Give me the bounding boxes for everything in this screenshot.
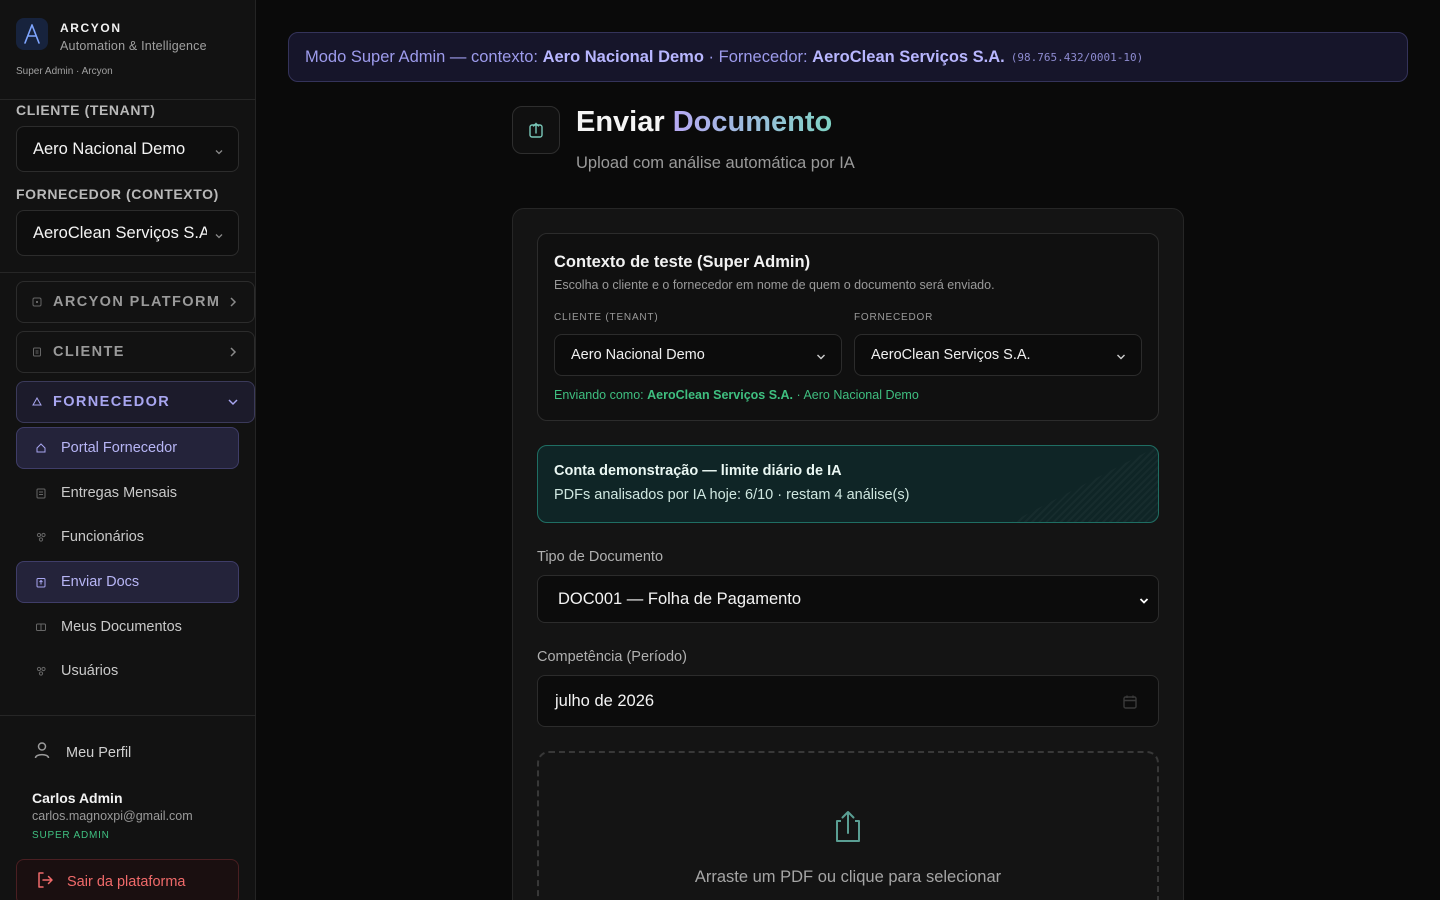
supplier-select-value: AeroClean Serviços S.A. — [33, 223, 207, 242]
app-root: ARCYON Automation & Intelligence Super A… — [0, 0, 1440, 900]
supplier-context-label: FORNECEDOR (CONTEXTO) — [16, 186, 219, 202]
page-title: Enviar Documento — [576, 106, 832, 139]
document-type-select[interactable]: DOC001 — Folha de Pagamento — [537, 575, 1159, 623]
deliveries-icon — [35, 487, 47, 499]
chevron-down-icon — [214, 228, 224, 246]
user-icon — [32, 740, 52, 765]
my-profile-link[interactable]: Meu Perfil — [32, 740, 131, 765]
banner-prefix: Modo Super Admin — contexto: — [305, 47, 538, 66]
chevron-down-icon — [815, 350, 827, 368]
user-email: carlos.magnoxpi@gmail.com — [32, 809, 193, 823]
nav-group-label: ARCYON PLATFORM — [53, 294, 221, 310]
nav-group-arcyon-platform[interactable]: ARCYON PLATFORM — [16, 281, 255, 323]
demo-limit-title: Conta demonstração — limite diário de IA — [554, 463, 842, 479]
sidebar-item-label: Meus Documentos — [61, 619, 182, 635]
sidebar-item-enviar-docs[interactable]: Enviar Docs — [16, 561, 239, 603]
nav-group-label: CLIENTE — [53, 344, 125, 360]
brand-subtitle: Automation & Intelligence — [60, 39, 207, 53]
my-profile-label: Meu Perfil — [66, 744, 132, 761]
sending-supplier: AeroClean Serviços S.A. — [647, 388, 794, 402]
banner-supplier: AeroClean Serviços S.A. — [812, 47, 1005, 66]
documents-icon — [35, 621, 47, 633]
period-input[interactable]: julho de 2026 — [537, 675, 1159, 727]
sidebar-item-meus-documentos[interactable]: Meus Documentos — [16, 606, 239, 648]
tenant-select-value: Aero Nacional Demo — [33, 139, 186, 158]
document-type-value: DOC001 — Folha de Pagamento — [558, 589, 802, 608]
brand[interactable]: ARCYON Automation & Intelligence — [16, 18, 207, 53]
users-icon — [35, 665, 47, 677]
chevron-right-icon — [226, 295, 240, 314]
context-tenant-select[interactable]: Aero Nacional Demo — [554, 334, 842, 376]
chevron-right-icon — [226, 345, 240, 364]
chevron-down-icon — [1115, 350, 1127, 368]
sidebar-item-entregas-mensais[interactable]: Entregas Mensais — [16, 472, 239, 514]
sidebar-divider — [0, 272, 256, 273]
employees-icon — [35, 531, 47, 543]
nav-group-label: FORNECEDOR — [53, 394, 171, 410]
context-supplier-select[interactable]: AeroClean Serviços S.A. — [854, 334, 1142, 376]
context-supplier-label: FORNECEDOR — [854, 312, 934, 323]
sidebar-item-funcionarios[interactable]: Funcionários — [16, 516, 239, 558]
period-value: julho de 2026 — [555, 691, 655, 710]
nav-group-cliente[interactable]: CLIENTE — [16, 331, 255, 373]
period-label: Competência (Período) — [537, 649, 687, 665]
calendar-icon[interactable] — [1122, 694, 1138, 715]
sidebar-divider — [0, 99, 256, 100]
tenant-label: CLIENTE (TENANT) — [16, 102, 156, 118]
dropzone-text: Arraste um PDF ou clique para selecionar — [694, 868, 1002, 886]
decorative-stripes — [1008, 446, 1158, 522]
context-tenant-label: CLIENTE (TENANT) — [554, 312, 659, 323]
chevron-down-icon — [214, 144, 224, 162]
sidebar-item-label: Enviar Docs — [61, 574, 140, 590]
banner-cnpj: (98.765.432/0001-10) — [1010, 50, 1144, 64]
upload-icon — [832, 810, 864, 849]
sidebar-item-usuarios[interactable]: Usuários — [16, 650, 239, 692]
context-supplier-value: AeroClean Serviços S.A. — [871, 347, 1031, 363]
user-name: Carlos Admin — [32, 790, 123, 806]
brand-role: Super Admin · Arcyon — [16, 66, 113, 77]
test-context-description: Escolha o cliente e o fornecedor em nome… — [554, 278, 995, 292]
sidebar-item-portal-fornecedor[interactable]: Portal Fornecedor — [16, 427, 239, 469]
super-admin-banner: Modo Super Admin — contexto: Aero Nacion… — [288, 32, 1408, 82]
brand-name: ARCYON — [60, 21, 122, 35]
user-role-badge: SUPER ADMIN — [32, 830, 110, 841]
sending-prefix: Enviando como: — [554, 388, 644, 402]
demo-limit-notice — [537, 445, 1159, 523]
page-subtitle: Upload com análise automática por IA — [576, 154, 855, 172]
banner-middle: · Fornecedor: — [708, 47, 808, 66]
upload-icon — [35, 576, 47, 588]
sidebar: ARCYON Automation & Intelligence Super A… — [0, 0, 256, 900]
demo-limit-text: PDFs analisados por IA hoje: 6/10 · rest… — [554, 487, 910, 503]
context-tenant-value: Aero Nacional Demo — [571, 347, 705, 363]
upload-document-icon — [512, 106, 560, 154]
document-type-label: Tipo de Documento — [537, 549, 664, 565]
supplier-context-select[interactable]: AeroClean Serviços S.A. — [16, 210, 239, 256]
sending-suffix: · Aero Nacional Demo — [796, 388, 919, 402]
logout-icon — [35, 870, 55, 895]
sidebar-divider — [0, 715, 256, 716]
nav-group-fornecedor[interactable]: FORNECEDOR — [16, 381, 255, 423]
arcyon-logo-icon — [16, 18, 48, 50]
chevron-down-icon — [226, 395, 240, 414]
tenant-select[interactable]: Aero Nacional Demo — [16, 126, 239, 172]
sending-as-status: Enviando como: AeroClean Serviços S.A. ·… — [554, 388, 919, 402]
logout-label: Sair da plataforma — [67, 874, 186, 890]
page-title-main: Enviar — [576, 106, 665, 138]
client-icon — [31, 346, 43, 358]
supplier-icon — [31, 396, 43, 408]
portal-icon — [35, 442, 47, 454]
sidebar-item-label: Entregas Mensais — [61, 485, 178, 501]
test-context-title: Contexto de teste (Super Admin) — [554, 253, 811, 271]
sidebar-item-label: Usuários — [61, 663, 119, 679]
platform-icon — [31, 296, 43, 308]
page-title-accent: Documento — [672, 106, 833, 138]
sidebar-item-label: Portal Fornecedor — [61, 440, 178, 456]
logout-button[interactable]: Sair da plataforma — [16, 859, 239, 900]
sidebar-item-label: Funcionários — [61, 529, 145, 545]
banner-tenant: Aero Nacional Demo — [542, 47, 704, 66]
chevron-down-icon — [1138, 594, 1150, 612]
